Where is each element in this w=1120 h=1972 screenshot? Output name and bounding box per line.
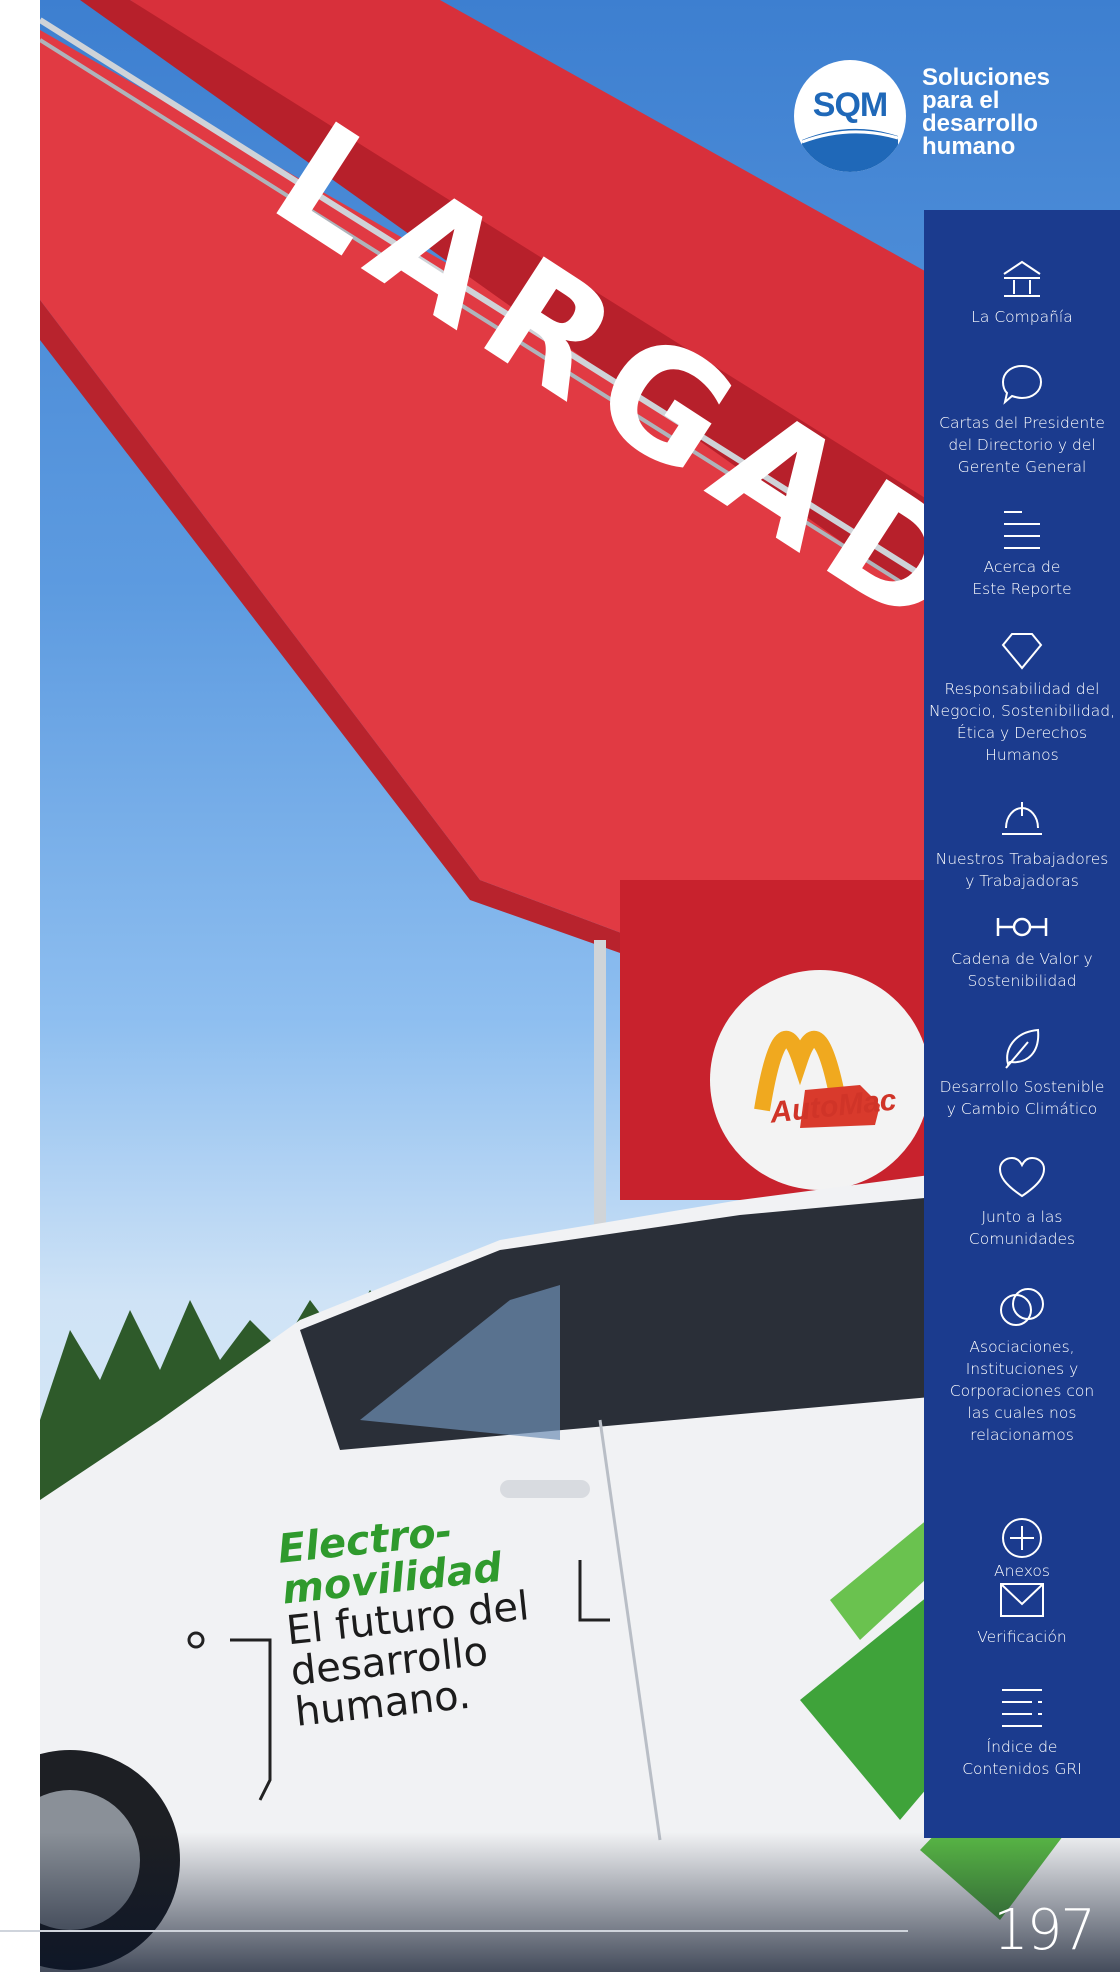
- tagline-line-3: desarrollo: [922, 110, 1039, 137]
- brand-tagline: Soluciones para el desarrollo humano: [922, 64, 1051, 160]
- nav-label: Acerca de Este Reporte: [972, 558, 1072, 598]
- nav-label: Índice de Contenidos GRI: [962, 1738, 1082, 1778]
- hard-hat-icon: [1002, 802, 1042, 835]
- nav-label: Nuestros Trabajadores y Trabajadoras: [935, 850, 1109, 890]
- nav-item-comunidades[interactable]: Junto a las Comunidades: [924, 1156, 1120, 1250]
- tagline-line-4: humano: [922, 133, 1016, 160]
- list-lines-icon: [1004, 511, 1040, 549]
- nav-item-verificacion[interactable]: Verificación: [924, 1580, 1120, 1648]
- nav-item-cartas[interactable]: Cartas del Presidente del Directorio y d…: [924, 362, 1120, 478]
- tagline-line-2: para el: [922, 87, 1000, 114]
- speech-bubble-icon: [1001, 364, 1043, 405]
- nav-label: Desarrollo Sostenible y Cambio Climático: [939, 1078, 1105, 1118]
- nav-label: Cadena de Valor y Sostenibilidad: [951, 950, 1093, 990]
- overlapping-circles-icon: [1000, 1288, 1044, 1326]
- nav-label: Verificación: [977, 1628, 1067, 1646]
- leaf-icon: [1005, 1028, 1040, 1069]
- building-icon: [1003, 260, 1041, 297]
- nav-item-responsabilidad[interactable]: Responsabilidad del Negocio, Sostenibili…: [924, 628, 1120, 766]
- nav-label: Asociaciones, Instituciones y Corporacio…: [949, 1338, 1095, 1444]
- page-number: 197: [993, 1898, 1096, 1963]
- nav-item-anexos[interactable]: Anexos: [924, 1516, 1120, 1582]
- nav-label: Anexos: [994, 1562, 1050, 1580]
- index-lines-icon: [1002, 1689, 1042, 1727]
- nav-item-cadena-valor[interactable]: Cadena de Valor y Sostenibilidad: [924, 912, 1120, 992]
- car-side-text: Electro- movilidad El futuro del desarro…: [276, 1505, 540, 1736]
- nav-item-asociaciones[interactable]: Asociaciones, Instituciones y Corporacio…: [924, 1286, 1120, 1446]
- nav-item-acerca-reporte[interactable]: Acerca de Este Reporte: [924, 506, 1120, 600]
- nav-item-la-compania[interactable]: La Compañía: [924, 256, 1120, 328]
- diamond-icon: [1001, 633, 1043, 670]
- chain-link-icon: [996, 917, 1048, 937]
- brand-logo[interactable]: SQM Soluciones para el desarrollo humano: [794, 60, 1114, 180]
- nav-label: La Compañía: [971, 308, 1073, 326]
- envelope-icon: [1000, 1583, 1044, 1617]
- tagline-line-1: Soluciones: [922, 64, 1051, 91]
- photo-shade: [40, 1832, 1120, 1972]
- nav-item-desarrollo-sostenible[interactable]: Desarrollo Sostenible y Cambio Climático: [924, 1026, 1120, 1120]
- footer-rule: [0, 1930, 908, 1932]
- heart-icon: [998, 1156, 1046, 1198]
- nav-label: Responsabilidad del Negocio, Sostenibili…: [928, 680, 1116, 764]
- plus-circle-icon: [1002, 1518, 1042, 1558]
- nav-item-indice-gri[interactable]: Índice de Contenidos GRI: [924, 1686, 1120, 1780]
- sqm-logo-icon: SQM: [794, 60, 906, 172]
- nav-label: Cartas del Presidente del Directorio y d…: [939, 414, 1105, 476]
- section-sidebar: La Compañía Cartas del Presidente del Di…: [924, 210, 1120, 1838]
- nav-label: Junto a las Comunidades: [968, 1208, 1076, 1248]
- nav-item-trabajadores[interactable]: Nuestros Trabajadores y Trabajadoras: [924, 798, 1120, 892]
